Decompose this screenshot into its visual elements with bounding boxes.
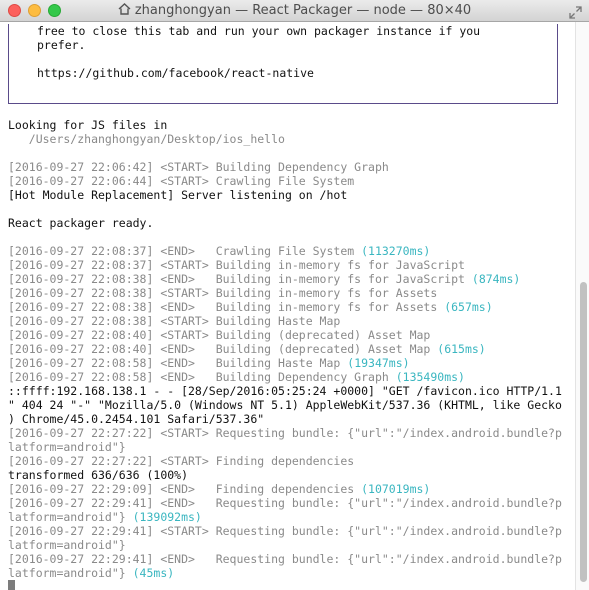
log-line: latform=android"} (45ms) xyxy=(8,566,575,580)
log-text: [2016-09-27 22:27:22] <START> Requesting… xyxy=(8,426,562,440)
log-line: [2016-09-27 22:08:37] <END> Crawling Fil… xyxy=(8,244,575,258)
log-text: [2016-09-27 22:27:22] <START> Finding de… xyxy=(8,454,355,468)
log-text: [2016-09-27 22:08:38] <END> Building in-… xyxy=(8,272,472,286)
log-line: ::ffff:192.168.138.1 - - [28/Sep/2016:05… xyxy=(8,384,575,398)
log-line: [2016-09-27 22:08:40] <END> Building (de… xyxy=(8,342,575,356)
log-line: [2016-09-27 22:27:22] <START> Finding de… xyxy=(8,454,575,468)
log-line: [2016-09-27 22:08:38] <START> Building i… xyxy=(8,286,575,300)
log-text: [2016-09-27 22:06:42] <START> Building D… xyxy=(8,160,389,174)
log-text: latform=android"} xyxy=(8,538,126,552)
log-text: ::ffff:192.168.138.1 - - [28/Sep/2016:05… xyxy=(8,384,562,398)
log-text: /Users/zhanghongyan/Desktop/ios_hello xyxy=(8,132,285,146)
log-text: [2016-09-27 22:29:41] <END> Requesting b… xyxy=(8,496,562,510)
banner-line xyxy=(9,80,557,94)
log-duration: (874ms) xyxy=(471,272,521,286)
log-line: [2016-09-27 22:08:38] <END> Building in-… xyxy=(8,300,575,314)
log-text: [2016-09-27 22:08:38] <START> Building H… xyxy=(8,314,341,328)
banner-line: prefer. xyxy=(37,38,86,52)
log-text: [2016-09-27 22:08:58] <END> Building Dep… xyxy=(8,370,396,384)
log-line: latform=android"} xyxy=(8,538,575,552)
log-text: latform=android"} xyxy=(8,440,126,454)
log-text: [2016-09-27 22:08:40] <START> Building (… xyxy=(8,328,431,342)
log-text: [2016-09-27 22:29:41] <START> Requesting… xyxy=(8,524,562,538)
terminal-window: zhanghongyan — React Packager — node — 8… xyxy=(0,0,589,590)
log-text: [2016-09-27 22:08:58] <END> Building Has… xyxy=(8,356,348,370)
log-text: [2016-09-27 22:29:09] <END> Finding depe… xyxy=(8,482,362,496)
banner-line: https://github.com/facebook/react-native xyxy=(37,66,314,80)
log-text: " 404 24 "-" "Mozilla/5.0 (Windows NT 5.… xyxy=(8,398,562,412)
log-line: [2016-09-27 22:29:41] <START> Requesting… xyxy=(8,524,575,538)
log-text: [2016-09-27 22:08:38] <END> Building in-… xyxy=(8,300,445,314)
log-text: [Hot Module Replacement] Server listenin… xyxy=(8,188,348,202)
log-text: [2016-09-27 22:08:37] <END> Crawling Fil… xyxy=(8,244,362,258)
log-duration: (113270ms) xyxy=(361,244,431,258)
log-duration: (107019ms) xyxy=(361,482,431,496)
banner-line: free to close this tab and run your own … xyxy=(37,24,481,38)
log-line: [2016-09-27 22:08:38] <START> Building H… xyxy=(8,314,575,328)
log-text: [2016-09-27 22:29:41] <END> Requesting b… xyxy=(8,552,562,566)
vertical-scrollbar[interactable] xyxy=(575,22,589,590)
log-line: [2016-09-27 22:29:41] <END> Requesting b… xyxy=(8,552,575,566)
log-duration: (19347ms) xyxy=(347,356,410,370)
log-line: " 404 24 "-" "Mozilla/5.0 (Windows NT 5.… xyxy=(8,398,575,412)
prompt-line xyxy=(8,580,575,590)
log-line: /Users/zhanghongyan/Desktop/ios_hello xyxy=(8,132,575,146)
log-line: [2016-09-27 22:06:44] <START> Crawling F… xyxy=(8,174,575,188)
log-line: latform=android"} (139092ms) xyxy=(8,510,575,524)
log-text: ) Chrome/45.0.2454.101 Safari/537.36" xyxy=(8,412,265,426)
log-line: ) Chrome/45.0.2454.101 Safari/537.36" xyxy=(8,412,575,426)
log-line: [2016-09-27 22:29:09] <END> Finding depe… xyxy=(8,482,575,496)
terminal-output[interactable]: free to close this tab and run your own … xyxy=(0,22,575,590)
window-title: zhanghongyan — React Packager — node — 8… xyxy=(134,3,472,18)
log-text: [2016-09-27 22:08:37] <START> Building i… xyxy=(8,258,465,272)
scrollbar-thumb[interactable] xyxy=(580,282,587,582)
log-line: React packager ready. xyxy=(8,216,575,230)
log-text: [2016-09-27 22:08:38] <START> Building i… xyxy=(8,286,438,300)
log-text: React packager ready. xyxy=(8,216,154,230)
log-duration: (615ms) xyxy=(437,342,486,356)
title-bar[interactable]: zhanghongyan — React Packager — node — 8… xyxy=(0,0,589,22)
log-text: transformed 636/636 (100%) xyxy=(8,468,189,482)
text-cursor xyxy=(8,580,15,590)
log-duration: (139092ms) xyxy=(132,510,202,524)
log-text: [2016-09-27 22:06:44] <START> Crawling F… xyxy=(8,174,355,188)
log-line: [2016-09-27 22:08:38] <END> Building in-… xyxy=(8,272,575,286)
log-line: [2016-09-27 22:08:40] <START> Building (… xyxy=(8,328,575,342)
packager-banner-box: free to close this tab and run your own … xyxy=(8,24,558,104)
log-line: [Hot Module Replacement] Server listenin… xyxy=(8,188,575,202)
log-text: [2016-09-27 22:08:40] <END> Building (de… xyxy=(8,342,438,356)
log-duration: (45ms) xyxy=(132,566,175,580)
log-text: Looking for JS files in xyxy=(8,118,168,132)
banner-line xyxy=(9,52,557,66)
log-line: [2016-09-27 22:27:22] <START> Requesting… xyxy=(8,426,575,440)
log-line: [2016-09-27 22:08:37] <START> Building i… xyxy=(8,258,575,272)
log-duration: (657ms) xyxy=(444,300,493,314)
log-line: transformed 636/636 (100%) xyxy=(8,468,575,482)
log-text: latform=android"} xyxy=(8,510,133,524)
log-text: latform=android"} xyxy=(8,566,133,580)
log-line: [2016-09-27 22:06:42] <START> Building D… xyxy=(8,160,575,174)
log-line: latform=android"} xyxy=(8,440,575,454)
window-title-container: zhanghongyan — React Packager — node — 8… xyxy=(0,3,589,19)
log-duration: (135490ms) xyxy=(395,370,465,384)
log-line: [2016-09-27 22:08:58] <END> Building Has… xyxy=(8,356,575,370)
home-icon xyxy=(118,3,131,19)
log-line: [2016-09-27 22:29:41] <END> Requesting b… xyxy=(8,496,575,510)
log-line: Looking for JS files in xyxy=(8,118,575,132)
log-line: [2016-09-27 22:08:58] <END> Building Dep… xyxy=(8,370,575,384)
fullscreen-arrows-icon[interactable] xyxy=(569,4,582,23)
packager-log: Looking for JS files in /Users/zhanghong… xyxy=(8,104,575,580)
